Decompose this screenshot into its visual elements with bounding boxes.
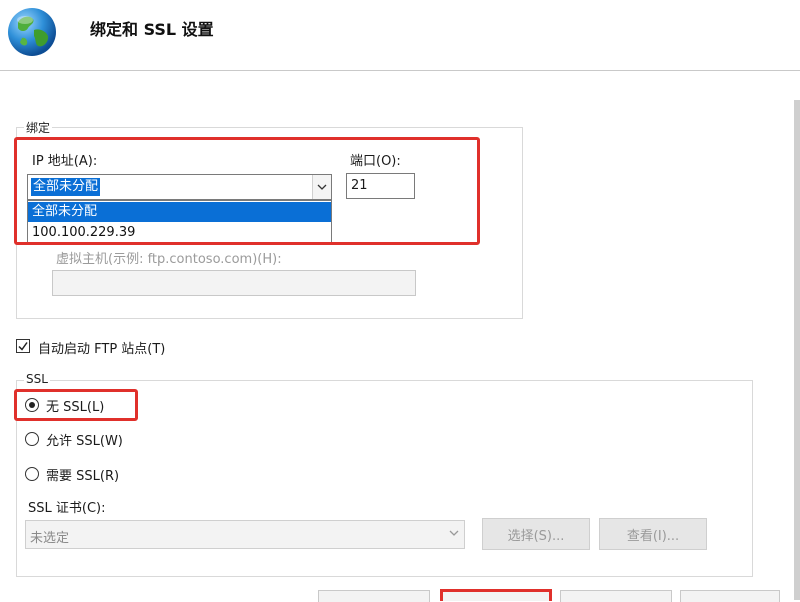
dialog-title: 绑定和 SSL 设置 <box>90 20 214 39</box>
select-cert-button[interactable]: 选择(S)... <box>482 518 590 550</box>
ssl-cert-value: 未选定 <box>30 531 70 546</box>
virtual-host-label: 虚拟主机(示例: ftp.contoso.com)(H): <box>56 252 282 267</box>
globe-icon <box>6 6 58 58</box>
binding-group-label: 绑定 <box>24 119 53 136</box>
radio-allow-ssl[interactable] <box>25 432 39 446</box>
wizard-next-button[interactable] <box>440 589 552 601</box>
ssl-cert-combobox[interactable]: 未选定 <box>25 520 465 549</box>
wizard-finish-button[interactable] <box>560 590 672 602</box>
virtual-host-input[interactable] <box>52 270 416 296</box>
wizard-cancel-button[interactable] <box>680 590 780 602</box>
chevron-down-icon <box>448 527 460 543</box>
radio-require-ssl-label: 需要 SSL(R) <box>46 469 120 484</box>
wizard-back-button[interactable] <box>318 590 430 602</box>
window-edge <box>794 100 800 600</box>
no-ssl-highlight-box <box>14 389 138 421</box>
radio-allow-ssl-label: 允许 SSL(W) <box>46 434 123 449</box>
autostart-label: 自动启动 FTP 站点(T) <box>38 342 166 357</box>
ssl-cert-label: SSL 证书(C): <box>28 501 106 516</box>
view-cert-button[interactable]: 查看(I)... <box>599 518 707 550</box>
ip-port-highlight-box <box>14 137 480 245</box>
ssl-group-label: SSL <box>24 372 50 386</box>
radio-require-ssl[interactable] <box>25 467 39 481</box>
checkmark-icon <box>18 342 28 351</box>
autostart-checkbox[interactable] <box>16 339 30 353</box>
